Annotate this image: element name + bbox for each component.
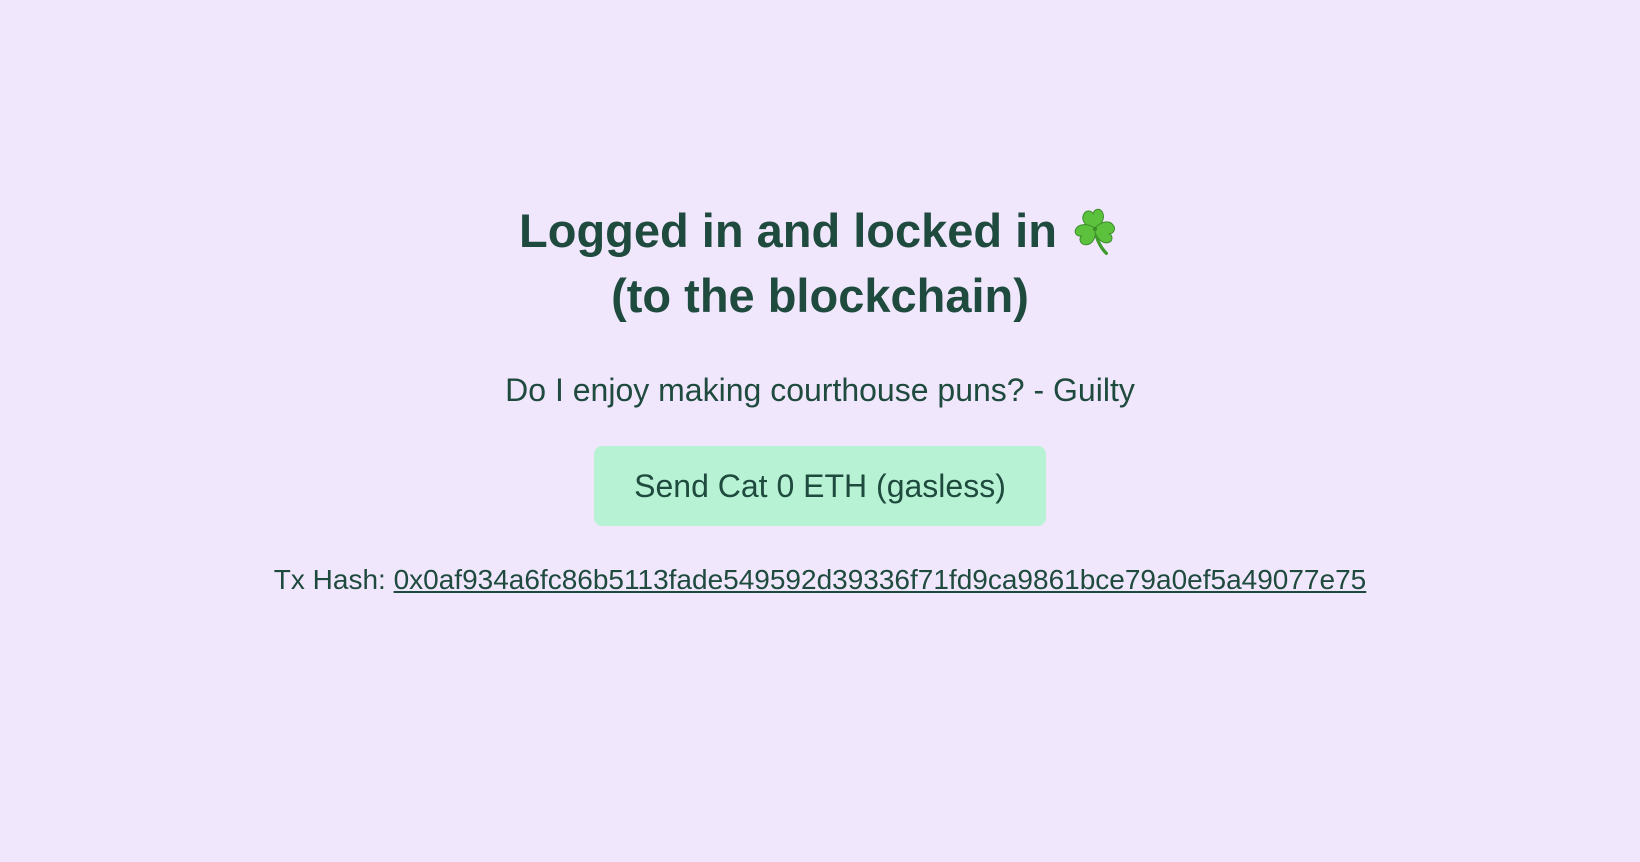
page-title: Logged in and locked in (to the blockcha…	[519, 198, 1121, 328]
title-text: Logged in and locked in	[519, 204, 1057, 257]
main-content: Logged in and locked in (to the blockcha…	[0, 0, 1640, 862]
tx-hash-row: Tx Hash: 0x0af934a6fc86b5113fade549592d3…	[274, 562, 1366, 598]
send-eth-button[interactable]: Send Cat 0 ETH (gasless)	[594, 446, 1046, 526]
shamrock-icon	[1074, 208, 1115, 255]
tx-hash-label: Tx Hash:	[273, 564, 386, 595]
tx-hash-link[interactable]: 0x0af934a6fc86b5113fade549592d39336f71fd…	[394, 564, 1367, 595]
subtitle: Do I enjoy making courthouse puns? - Gui…	[505, 372, 1135, 408]
title-line-2: (to the blockchain)	[611, 269, 1029, 322]
title-line-1: Logged in and locked in	[519, 198, 1121, 263]
